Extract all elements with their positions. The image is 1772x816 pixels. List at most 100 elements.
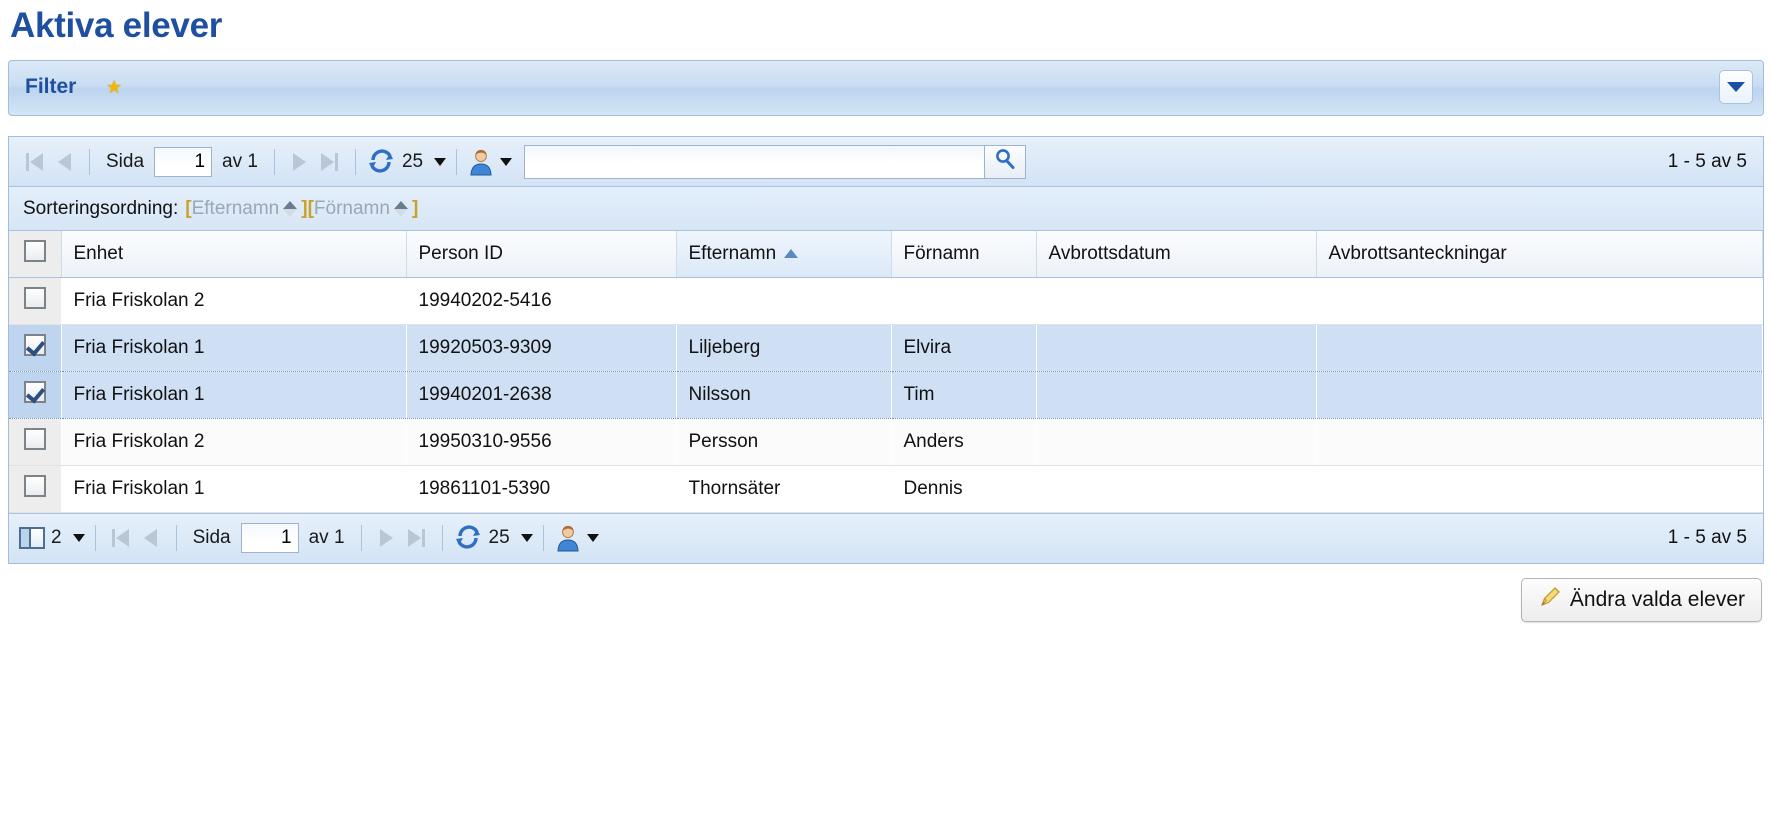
column-label: Efternamn: [688, 242, 777, 264]
sort-arrows-icon[interactable]: [282, 200, 298, 218]
sort-token-efternamn[interactable]: [Efternamn]: [185, 198, 307, 220]
cell-avbrottsanteckningar: [1316, 418, 1763, 466]
cell-avbrottsdatum: [1036, 370, 1316, 419]
page-number-input[interactable]: [240, 523, 299, 553]
row-checkbox[interactable]: [23, 286, 46, 309]
search-input[interactable]: [524, 144, 985, 179]
row-select-cell[interactable]: [9, 277, 61, 325]
table-row[interactable]: Fria Friskolan 1 19940201-2638 Nilsson T…: [9, 370, 1763, 419]
table-row[interactable]: Fria Friskolan 2 19940202-5416: [9, 277, 1763, 325]
first-page-button[interactable]: [106, 523, 136, 553]
sort-token-label: Efternamn: [191, 197, 280, 219]
cell-enhet: Fria Friskolan 1: [61, 370, 406, 419]
page-size-dropdown[interactable]: 25: [396, 150, 447, 173]
row-checkbox[interactable]: [23, 380, 46, 403]
selection-columns-icon: [19, 527, 45, 549]
divider: [456, 148, 458, 175]
page-size-label: 25: [488, 527, 510, 548]
row-select-cell[interactable]: [9, 418, 61, 466]
sort-arrows-icon[interactable]: [393, 200, 409, 218]
chevron-down-icon: [72, 534, 85, 542]
sort-asc-icon: [784, 249, 799, 259]
selection-count-label: 2: [51, 527, 62, 548]
column-label: Avbrottsdatum: [1048, 242, 1171, 264]
last-page-button[interactable]: [315, 147, 345, 177]
cell-person-id: 19940201-2638: [406, 370, 676, 419]
sort-order-label: Sorteringsordning:: [23, 197, 179, 219]
column-header-person-id[interactable]: Person ID: [406, 231, 677, 278]
grid-toolbar-top: Sida av 1 25: [9, 137, 1763, 187]
search-icon: [994, 148, 1016, 175]
cell-enhet: Fria Friskolan 2: [61, 418, 406, 466]
sort-token-fornamn[interactable]: [Förnamn]: [308, 198, 419, 220]
select-all-header[interactable]: [9, 231, 62, 278]
cell-person-id: 19940202-5416: [406, 277, 676, 325]
table-row[interactable]: Fria Friskolan 2 19950310-9556 Persson A…: [9, 418, 1763, 466]
divider: [89, 148, 90, 175]
page-label: Sida: [192, 527, 231, 548]
page-number-input[interactable]: [154, 146, 213, 177]
refresh-icon[interactable]: [366, 148, 396, 175]
grid-toolbar-bottom: 2 Sida av 1: [9, 512, 1763, 563]
students-table: Enhet Person ID Efternamn Förnamn Avbrot…: [9, 231, 1763, 513]
cell-efternamn: Nilsson: [676, 370, 891, 419]
page-size-dropdown[interactable]: 25: [483, 527, 533, 549]
divider: [354, 148, 356, 175]
cell-enhet: Fria Friskolan 1: [61, 323, 406, 372]
column-header-avbrottsanteckningar[interactable]: Avbrottsanteckningar: [1316, 231, 1763, 278]
bracket-close: ]: [411, 197, 419, 219]
prev-page-button[interactable]: [49, 147, 79, 177]
table-row[interactable]: Fria Friskolan 1 19920503-9309 Liljeberg…: [9, 323, 1763, 372]
chevron-down-icon: [1727, 82, 1745, 92]
next-page-button[interactable]: [372, 523, 402, 553]
page-size-label: 25: [401, 150, 424, 172]
cell-fornamn: Dennis: [891, 465, 1036, 513]
data-grid: Sida av 1 25: [8, 136, 1764, 564]
sort-order-bar: Sorteringsordning: [Efternamn] [Förnamn]: [9, 187, 1763, 231]
page-root: Aktiva elever Filter ★ Sida av 1: [0, 6, 1772, 622]
filter-panel[interactable]: Filter ★: [8, 60, 1764, 116]
user-menu-dropdown[interactable]: [554, 524, 599, 552]
next-page-button[interactable]: [285, 147, 315, 177]
divider: [360, 525, 362, 551]
cell-fornamn: Tim: [891, 370, 1036, 419]
column-label: Person ID: [418, 242, 503, 264]
cell-fornamn: [891, 277, 1036, 325]
cell-fornamn: Anders: [891, 418, 1036, 466]
footer-actions: Ändra valda elever: [8, 564, 1764, 622]
divider: [175, 525, 177, 551]
first-page-button[interactable]: [19, 147, 49, 177]
table-row[interactable]: Fria Friskolan 1 19861101-5390 Thornsäte…: [9, 465, 1763, 513]
filter-toggle-button[interactable]: [1719, 70, 1753, 104]
cell-fornamn: Elvira: [891, 323, 1036, 372]
user-icon: [467, 148, 495, 176]
cell-avbrottsanteckningar: [1316, 277, 1763, 325]
user-menu-dropdown[interactable]: [467, 148, 513, 176]
row-checkbox[interactable]: [23, 333, 46, 356]
sort-token-label: Förnamn: [313, 197, 390, 219]
column-label: Enhet: [73, 242, 124, 264]
first-page-icon: [112, 529, 116, 547]
selection-count-dropdown[interactable]: 2: [19, 527, 85, 549]
cell-person-id: 19861101-5390: [406, 465, 676, 513]
select-all-checkbox[interactable]: [23, 239, 46, 262]
last-page-button[interactable]: [402, 523, 432, 553]
column-header-fornamn[interactable]: Förnamn: [891, 231, 1037, 278]
row-select-cell[interactable]: [9, 323, 61, 372]
filter-label: Filter: [25, 75, 77, 98]
last-page-icon: [408, 529, 422, 547]
row-select-cell[interactable]: [9, 370, 61, 419]
column-header-enhet[interactable]: Enhet: [61, 231, 407, 278]
search-button[interactable]: [984, 144, 1027, 179]
cell-avbrottsdatum: [1036, 465, 1316, 513]
row-checkbox[interactable]: [23, 427, 46, 450]
row-select-cell[interactable]: [9, 465, 61, 513]
column-header-efternamn[interactable]: Efternamn: [676, 231, 892, 278]
prev-page-button[interactable]: [136, 523, 166, 553]
refresh-icon[interactable]: [453, 525, 483, 551]
prev-page-icon: [57, 152, 71, 171]
column-header-avbrottsdatum[interactable]: Avbrottsdatum: [1036, 231, 1317, 278]
edit-selected-students-button[interactable]: Ändra valda elever: [1520, 577, 1762, 622]
row-checkbox[interactable]: [23, 474, 46, 497]
next-page-icon: [293, 152, 307, 171]
